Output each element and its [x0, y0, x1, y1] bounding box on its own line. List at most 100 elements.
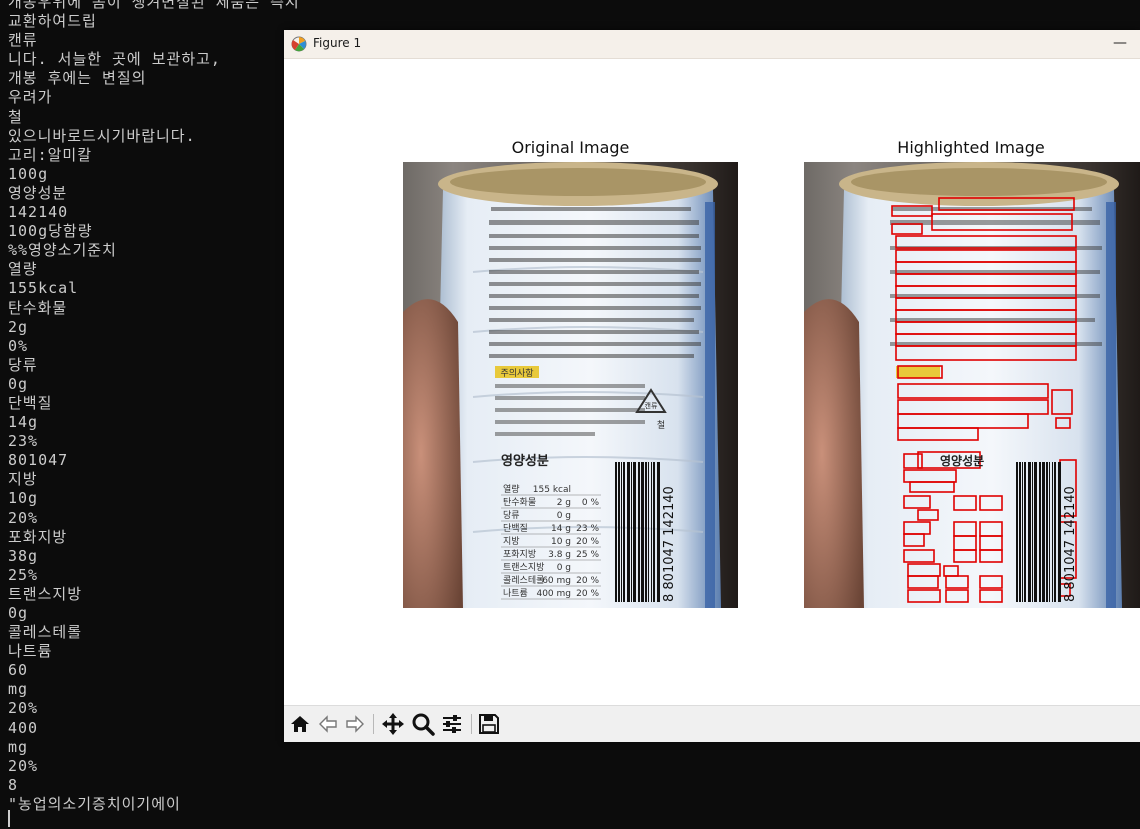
terminal-line: 38g	[8, 546, 39, 565]
nutrition-row-amount: 400 mg	[536, 589, 571, 599]
terminal-line: mg	[8, 680, 29, 699]
barcode-bar	[1022, 462, 1023, 602]
nutrition-row-pct: 23 %	[576, 524, 599, 534]
barcode-bar	[657, 462, 660, 602]
terminal-line: 23%	[8, 432, 39, 451]
terminal-line: 영양성분	[8, 183, 68, 202]
nutrition-row-amount: 3.8 g	[548, 550, 571, 560]
terminal-line: %%영양소기준치	[8, 241, 117, 260]
barcode-bar	[1058, 462, 1061, 602]
terminal-line: 단백질	[8, 393, 53, 412]
terminal-line: 20%	[8, 508, 39, 527]
recycle-sub-label: 철	[657, 420, 665, 431]
terminal-line: 탄수화물	[8, 298, 68, 317]
barcode-bar	[1019, 462, 1021, 602]
terminal-line: 100g당함량	[8, 222, 93, 241]
terminal-line: 트랜스지방	[8, 584, 83, 603]
terminal-line: 우려가	[8, 88, 53, 107]
nutrition-row-amount: 0 g	[557, 511, 571, 521]
toolbar-separator	[471, 714, 472, 734]
pan-icon[interactable]	[380, 711, 406, 737]
back-icon[interactable]	[315, 711, 341, 737]
nutrition-header: 영양성분	[501, 454, 549, 469]
figure-window: Figure 1 — Original Image Highlighted Im…	[284, 30, 1140, 742]
nutrition-row-name: 당류	[503, 510, 520, 521]
terminal-line: 포화지방	[8, 527, 68, 546]
nutrition-row-amount: 10 g	[551, 537, 571, 547]
barcode-bar	[651, 462, 652, 602]
barcode-bar	[618, 462, 620, 602]
figure-toolbar	[284, 705, 1140, 742]
terminal-line: 155kcal	[8, 279, 79, 298]
nutrition-header-highlighted: 영양성분	[940, 453, 984, 468]
terminal-line: "농업의소기증치이기에이	[8, 794, 181, 813]
figure-title: Figure 1	[313, 36, 362, 50]
matplotlib-logo-icon	[291, 36, 307, 52]
minimize-button[interactable]: —	[1110, 34, 1130, 54]
zoom-icon[interactable]	[410, 711, 436, 737]
save-icon[interactable]	[476, 711, 502, 737]
nutrition-row-amount: 60 mg	[542, 576, 571, 586]
highlighted-image-title: Highlighted Image	[897, 138, 1045, 157]
barcode-bar	[627, 462, 630, 602]
terminal-line: 400	[8, 718, 39, 737]
barcode-bar	[1034, 462, 1037, 602]
original-image-title: Original Image	[511, 138, 630, 157]
home-icon[interactable]	[287, 711, 313, 737]
nutrition-row-pct: 25 %	[576, 550, 599, 560]
terminal-line: 0g	[8, 604, 29, 622]
barcode-bar	[1042, 462, 1045, 602]
terminal-line: 0g	[8, 374, 29, 393]
terminal-line: 개봉우위에 돔이 생겨변질된 제품은 즉시	[8, 0, 300, 11]
terminal-line: 14g	[8, 413, 39, 432]
terminal-line: 콜레스테롤	[8, 623, 83, 642]
terminal-line: 0%	[8, 336, 29, 355]
caution-label: 주의사항	[500, 368, 533, 379]
nutrition-row-name: 지방	[503, 536, 520, 547]
terminal-line: 10g	[8, 489, 39, 508]
highlighted-image: 영양성분 8 801047 142140	[804, 162, 1140, 608]
terminal-line: 고리:알미칼	[8, 145, 93, 164]
nutrition-row-name: 열량	[503, 483, 520, 495]
configure-subplots-icon[interactable]	[439, 711, 465, 737]
nutrition-row-name: 단백질	[503, 522, 528, 534]
nutrition-row-pct: 0 %	[582, 498, 600, 508]
barcode-bar	[1016, 462, 1018, 602]
nutrition-row-name: 트랜스지방	[503, 562, 544, 573]
nutrition-row-pct: 20 %	[576, 576, 599, 586]
barcode-bar	[1054, 462, 1056, 602]
barcode-bar	[645, 462, 647, 602]
terminal-line: 60	[8, 661, 29, 680]
barcode-bar	[1052, 462, 1053, 602]
nutrition-row-name: 포화지방	[503, 549, 536, 560]
nutrition-row-amount: 0 g	[557, 563, 571, 573]
barcode-bar	[1049, 462, 1050, 602]
terminal-line: 캔류	[8, 31, 38, 50]
terminal-line: 100g	[8, 164, 49, 183]
terminal-line: 철	[8, 107, 23, 126]
terminal-line: 2g	[8, 317, 29, 336]
barcode-bar	[621, 462, 622, 602]
barcode-bar	[638, 462, 640, 602]
terminal-line: 지방	[8, 470, 38, 489]
recycle-label: 캔류	[645, 401, 658, 410]
nutrition-row-amount: 14 g	[551, 524, 571, 534]
terminal-line: mg	[8, 737, 29, 756]
barcode-number: 8 801047 142140	[1063, 486, 1078, 602]
terminal-line: 801047	[8, 451, 69, 470]
original-image: 주의사항 캔류 철 영양성분 열량 155 kcal 탄수화물 2 g 0 % 당류 0 g…	[403, 162, 738, 608]
figure-titlebar[interactable]: Figure 1 —	[284, 30, 1140, 59]
barcode-bar	[1024, 462, 1026, 602]
terminal-line: 20%	[8, 756, 39, 775]
forward-icon[interactable]	[342, 711, 368, 737]
terminal-line: 8	[8, 775, 19, 794]
terminal-line: 개봉 후에는 변질의	[8, 69, 147, 88]
terminal-line: 142140	[8, 203, 69, 222]
barcode-bar	[631, 462, 632, 602]
toolbar-separator	[373, 714, 374, 734]
nutrition-row-amount: 2 g	[557, 498, 571, 508]
barcode-bar	[623, 462, 625, 602]
terminal-line: 20%	[8, 699, 39, 718]
nutrition-row-pct: 20 %	[576, 537, 599, 547]
barcode-number: 8 801047 142140	[662, 486, 677, 602]
